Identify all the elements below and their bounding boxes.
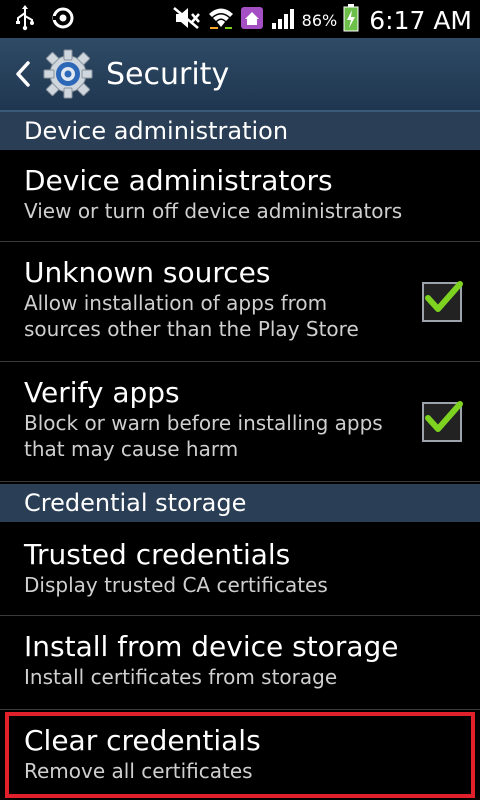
- checkmark-icon: [425, 281, 463, 312]
- verify-apps-checkbox[interactable]: [422, 401, 463, 442]
- item-title: Unknown sources: [24, 256, 271, 289]
- item-summary: Install certificates from storage: [24, 665, 338, 689]
- usb-icon: [14, 5, 36, 35]
- item-install-from-device-storage[interactable]: Install from device storage Install cert…: [0, 616, 480, 710]
- page-title: Security: [106, 56, 230, 92]
- action-bar: Security: [0, 38, 480, 112]
- item-verify-apps[interactable]: Verify apps Block or warn before install…: [0, 362, 480, 482]
- item-summary: Display trusted CA certificates: [24, 573, 328, 597]
- item-title: Device administrators: [24, 164, 333, 197]
- mute-icon: [172, 5, 202, 35]
- item-device-administrators[interactable]: Device administrators View or turn off d…: [0, 150, 480, 242]
- sync-icon: [50, 5, 76, 35]
- item-trusted-credentials[interactable]: Trusted credentials Display trusted CA c…: [0, 522, 480, 616]
- item-unknown-sources[interactable]: Unknown sources Allow installation of ap…: [0, 242, 480, 362]
- item-summary: View or turn off device administrators: [24, 199, 403, 223]
- item-title: Clear credentials: [24, 724, 261, 757]
- chevron-left-icon[interactable]: [8, 37, 38, 111]
- item-summary-line1: Block or warn before installing apps: [24, 411, 383, 435]
- clock: 6:17 AM: [369, 5, 472, 35]
- wifi-icon: [208, 6, 234, 34]
- item-summary-line2: sources other than the Play Store: [24, 317, 359, 341]
- battery-percent: 86%: [301, 10, 338, 30]
- item-summary: Remove all certificates: [24, 759, 253, 783]
- signal-icon: [270, 6, 296, 34]
- section-header-device-administration: Device administration: [0, 112, 480, 150]
- item-title: Install from device storage: [24, 630, 399, 663]
- item-clear-credentials[interactable]: Clear credentials Remove all certificate…: [0, 710, 480, 800]
- item-summary-line1: Allow installation of apps from: [24, 291, 328, 315]
- item-title: Trusted credentials: [24, 538, 291, 571]
- unknown-sources-checkbox[interactable]: [422, 281, 463, 322]
- item-summary-line2: that may cause harm: [24, 437, 239, 461]
- item-title: Verify apps: [24, 376, 180, 409]
- status-bar: 86% 6:17 AM: [0, 0, 480, 38]
- settings-gear-icon[interactable]: [40, 46, 96, 102]
- home-icon: [240, 6, 264, 34]
- battery-charging-icon: [343, 4, 359, 36]
- section-header-credential-storage: Credential storage: [0, 484, 480, 522]
- checkmark-icon: [425, 401, 463, 432]
